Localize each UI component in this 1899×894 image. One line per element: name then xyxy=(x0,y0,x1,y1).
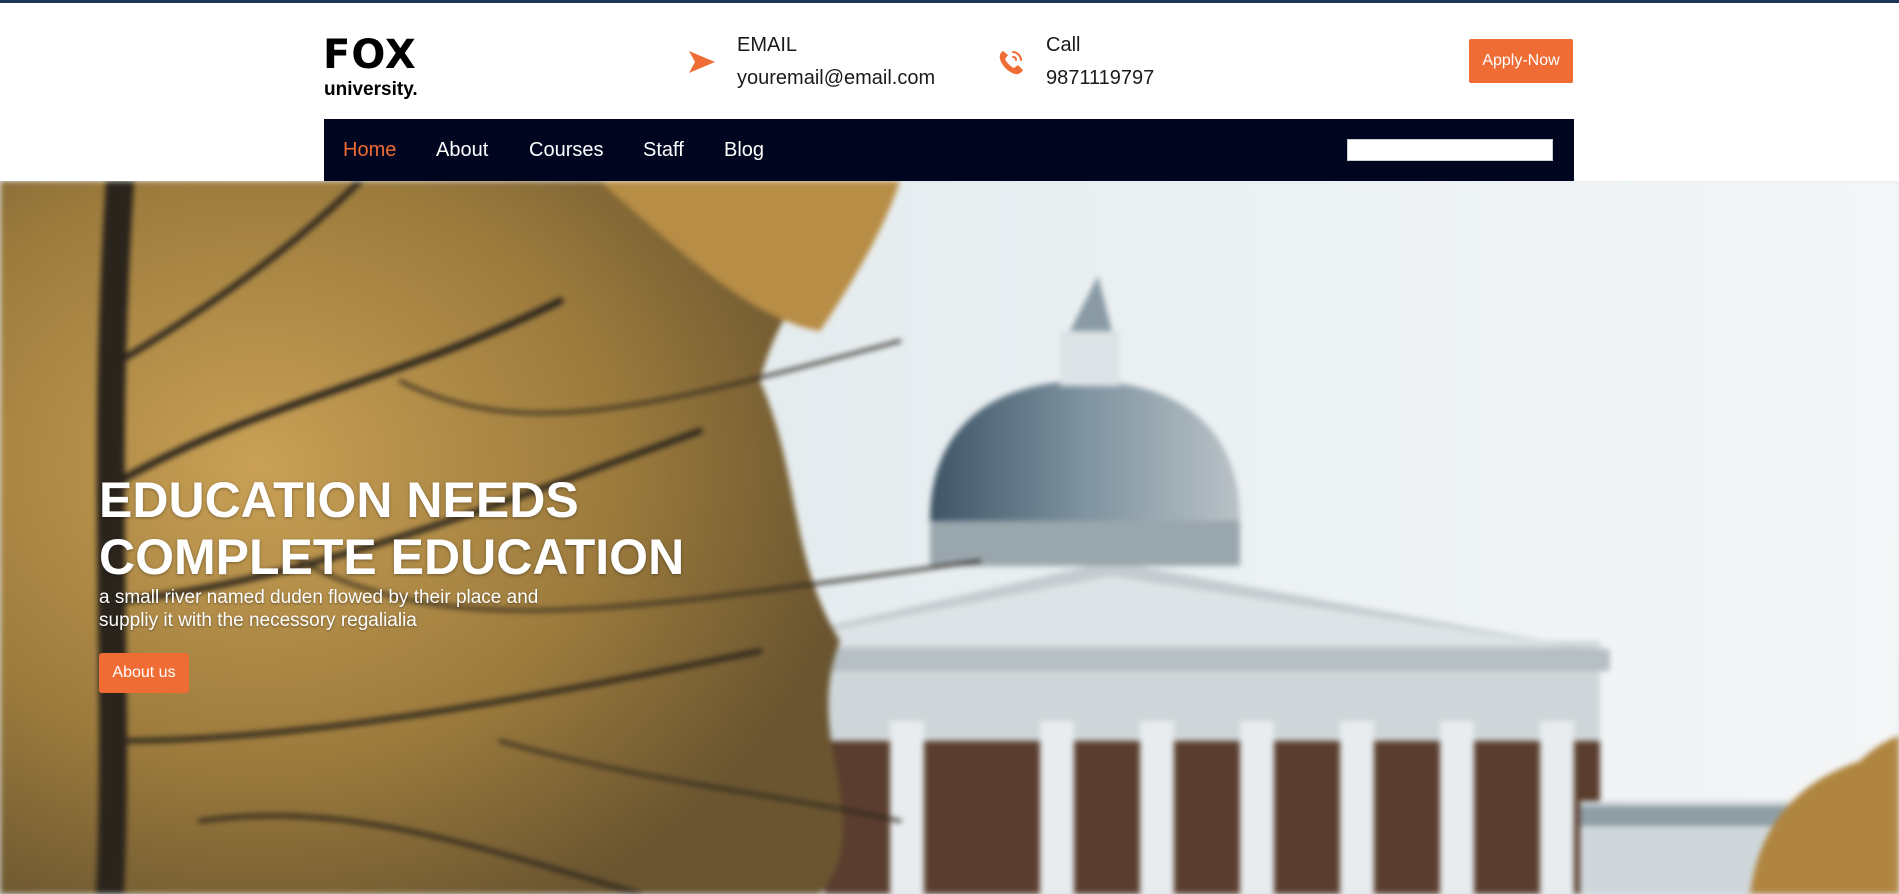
nav-item-home[interactable]: Home xyxy=(343,119,396,181)
call-label: Call xyxy=(1046,34,1081,56)
hero-description-line-1: a small river named duden flowed by thei… xyxy=(99,587,539,608)
hero-title-line-1: EDUCATION NEEDS xyxy=(99,472,579,528)
email-value[interactable]: youremail@email.com xyxy=(737,66,935,90)
hero-title: EDUCATION NEEDS COMPLETE EDUCATION xyxy=(99,472,799,586)
nav-item-blog[interactable]: Blog xyxy=(724,119,764,181)
hero-section: EDUCATION NEEDS COMPLETE EDUCATION a sma… xyxy=(0,181,1899,894)
apply-now-button[interactable]: Apply-Now xyxy=(1469,39,1573,83)
hero-description-line-2: suppliy it with the necessory regalialia xyxy=(99,610,417,631)
search-input[interactable] xyxy=(1347,139,1553,161)
logo-title[interactable]: FOX xyxy=(323,33,417,77)
email-label: EMAIL xyxy=(737,34,798,56)
call-value[interactable]: 9871119797 xyxy=(1046,66,1154,90)
main-navbar: Home About Courses Staff Blog xyxy=(324,119,1574,181)
hero-title-line-2: COMPLETE EDUCATION xyxy=(99,529,685,585)
about-us-button[interactable]: About us xyxy=(99,653,189,693)
nav-item-about[interactable]: About xyxy=(436,119,488,181)
nav-item-courses[interactable]: Courses xyxy=(529,119,603,181)
phone-icon xyxy=(999,51,1023,75)
nav-item-staff[interactable]: Staff xyxy=(643,119,684,181)
send-icon xyxy=(689,51,715,73)
logo-subtitle: university. xyxy=(324,79,418,100)
hero-description: a small river named duden flowed by thei… xyxy=(99,586,599,632)
